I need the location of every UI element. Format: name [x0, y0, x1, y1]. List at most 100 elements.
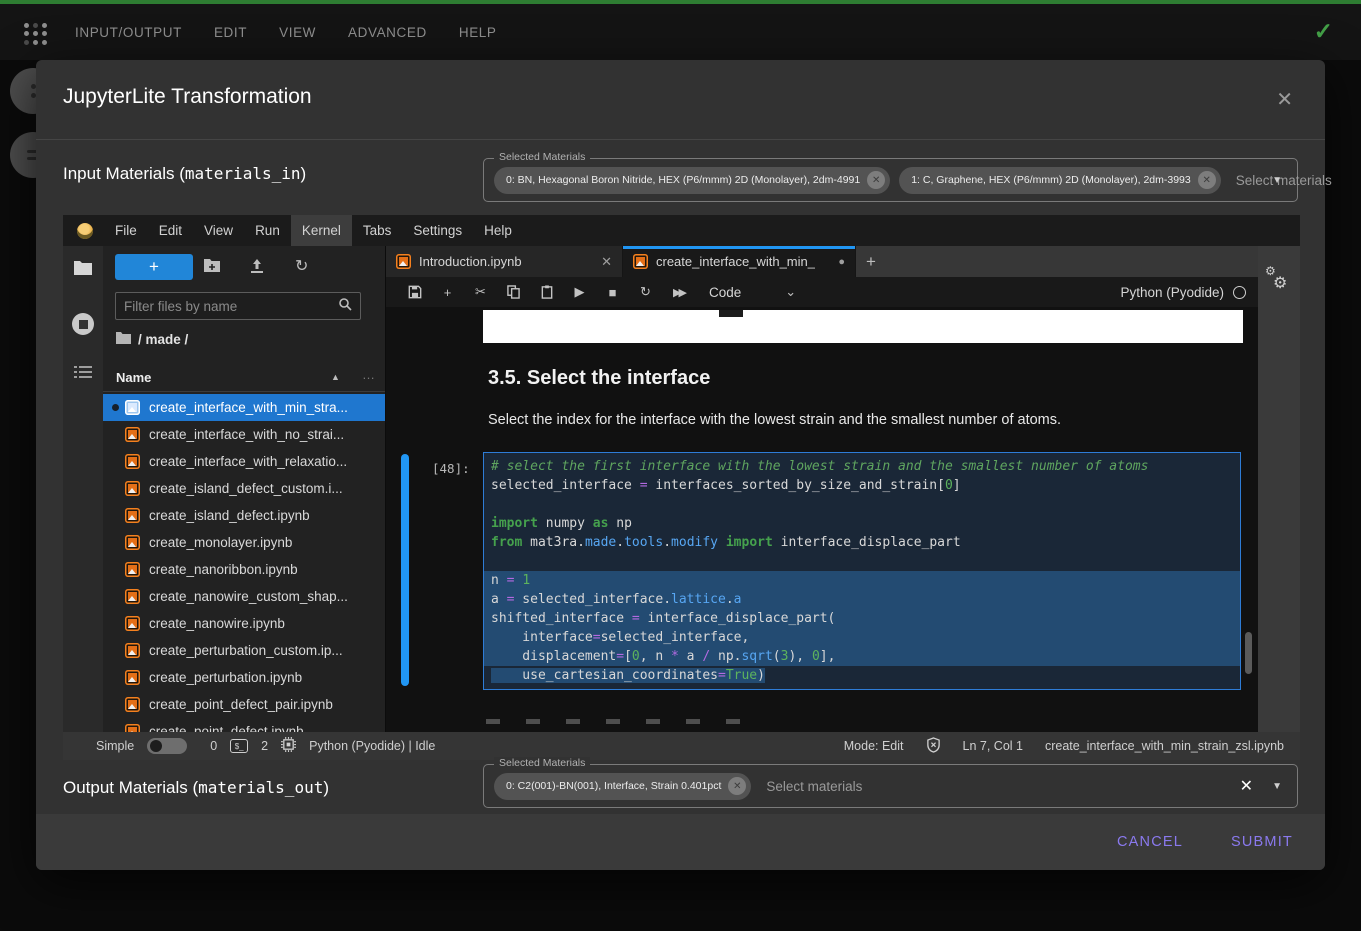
code-line[interactable]: n = 1	[484, 571, 1240, 590]
file-list-header[interactable]: Name ▲ …	[103, 366, 385, 392]
file-item[interactable]: create_perturbation_custom.ip...	[103, 637, 385, 664]
input-select-placeholder[interactable]: Select materials	[1236, 173, 1332, 188]
code-line[interactable]: # select the first interface with the lo…	[484, 457, 1240, 476]
jupyter-menu-view[interactable]: View	[193, 215, 244, 246]
app-dots-logo-icon[interactable]	[24, 23, 48, 45]
jupyter-menu-file[interactable]: File	[104, 215, 148, 246]
statusbar-filename[interactable]: create_interface_with_min_strain_zsl.ipy…	[1045, 739, 1284, 753]
file-item[interactable]: create_island_defect.ipynb	[103, 502, 385, 529]
code-line[interactable]: from mat3ra.made.tools.modify import int…	[484, 533, 1240, 552]
file-item[interactable]: create_monolayer.ipynb	[103, 529, 385, 556]
notebook-scrollbar[interactable]	[1245, 632, 1252, 674]
topbar-menu-view[interactable]: VIEW	[279, 25, 316, 40]
mode-indicator[interactable]: Mode: Edit	[844, 739, 904, 753]
jupyter-menu-run[interactable]: Run	[244, 215, 291, 246]
kernel-status-icon[interactable]	[1233, 286, 1246, 299]
copy-cells-icon[interactable]	[497, 285, 530, 299]
cpu-icon[interactable]	[281, 737, 296, 755]
code-line[interactable]	[484, 552, 1240, 571]
input-materials-select[interactable]: Selected Materials 0: BN, Hexagonal Boro…	[483, 158, 1298, 202]
chip-remove-icon[interactable]: ✕	[728, 777, 746, 795]
notebook-file-icon	[125, 508, 140, 523]
search-icon[interactable]	[338, 297, 352, 316]
topbar-menu-input-output[interactable]: INPUT/OUTPUT	[75, 25, 182, 40]
chevron-down-icon[interactable]: ⌄	[785, 284, 796, 300]
file-item[interactable]: create_point_defect.ipynb	[103, 718, 385, 732]
file-item[interactable]: create_interface_with_relaxatio...	[103, 448, 385, 475]
chip-remove-icon[interactable]: ✕	[1198, 171, 1216, 189]
cursor-position[interactable]: Ln 7, Col 1	[963, 739, 1023, 753]
close-icon[interactable]: ✕	[601, 254, 612, 270]
code-editor[interactable]: # select the first interface with the lo…	[483, 452, 1241, 690]
save-icon[interactable]	[398, 285, 431, 299]
terminal-icon[interactable]: $_	[230, 739, 248, 753]
simple-mode-toggle[interactable]	[147, 738, 187, 754]
cut-cells-icon[interactable]: ✂	[464, 284, 497, 300]
restart-kernel-icon[interactable]: ↻	[629, 284, 662, 300]
code-line[interactable]: shifted_interface = interface_displace_p…	[484, 609, 1240, 628]
trust-shield-icon[interactable]	[926, 737, 941, 756]
code-line[interactable]: interface=selected_interface,	[484, 628, 1240, 647]
code-line[interactable]: a = selected_interface.lattice.a	[484, 590, 1240, 609]
file-filter-input[interactable]	[124, 299, 338, 314]
tab-create-interface-with-min[interactable]: create_interface_with_min_ ●	[623, 246, 856, 277]
stop-kernel-icon[interactable]: ■	[596, 285, 629, 300]
code-line[interactable]	[484, 495, 1240, 514]
file-item[interactable]: create_nanowire_custom_shap...	[103, 583, 385, 610]
material-chip[interactable]: 1: C, Graphene, HEX (P6/mmm) 2D (Monolay…	[899, 167, 1221, 194]
close-icon[interactable]: ✕	[1276, 87, 1293, 112]
refresh-icon[interactable]: ↻	[295, 256, 308, 276]
code-line[interactable]: selected_interface = interfaces_sorted_b…	[484, 476, 1240, 495]
running-kernels-icon[interactable]	[72, 313, 94, 335]
jupyter-menu-settings[interactable]: Settings	[402, 215, 473, 246]
jupyter-menu-help[interactable]: Help	[473, 215, 523, 246]
tab-introduction[interactable]: Introduction.ipynb ✕	[386, 246, 623, 277]
cell-type-select[interactable]: Code	[709, 285, 741, 300]
file-item[interactable]: create_nanowire.ipynb	[103, 610, 385, 637]
paste-cells-icon[interactable]	[530, 285, 563, 299]
material-chip[interactable]: 0: C2(001)-BN(001), Interface, Strain 0.…	[494, 773, 751, 800]
topbar-menu-advanced[interactable]: ADVANCED	[348, 25, 427, 40]
breadcrumb[interactable]: / made /	[116, 332, 188, 347]
gear-icon[interactable]: ⚙	[1273, 273, 1287, 293]
kernel-status-text[interactable]: Python (Pyodide) | Idle	[309, 739, 435, 753]
code-line[interactable]: import numpy as np	[484, 514, 1240, 533]
submit-button[interactable]: SUBMIT	[1231, 834, 1293, 850]
jupyter-menu-tabs[interactable]: Tabs	[352, 215, 403, 246]
add-cell-icon[interactable]: +	[431, 285, 464, 300]
file-browser-icon[interactable]	[73, 260, 93, 281]
jupyter-menu-kernel[interactable]: Kernel	[291, 215, 352, 246]
file-item[interactable]: create_interface_with_no_strai...	[103, 421, 385, 448]
jupyter-menu-edit[interactable]: Edit	[148, 215, 193, 246]
restart-run-all-icon[interactable]: ▶▶	[662, 286, 695, 299]
run-cell-icon[interactable]: ▶	[563, 284, 596, 300]
material-chip[interactable]: 0: BN, Hexagonal Boron Nitride, HEX (P6/…	[494, 167, 890, 194]
file-item[interactable]: create_interface_with_min_stra...	[103, 394, 385, 421]
new-folder-icon[interactable]	[203, 258, 221, 278]
code-line[interactable]: displacement=[0, n * a / np.sqrt(3), 0],	[484, 647, 1240, 666]
new-launcher-button[interactable]: +	[115, 254, 193, 280]
notebook-file-icon	[125, 670, 140, 685]
cell-collapser[interactable]	[401, 454, 409, 686]
chip-remove-icon[interactable]: ✕	[867, 171, 885, 189]
file-item[interactable]: create_perturbation.ipynb	[103, 664, 385, 691]
add-tab-button[interactable]: +	[856, 246, 886, 277]
output-materials-select[interactable]: Selected Materials 0: C2(001)-BN(001), I…	[483, 764, 1298, 808]
code-line[interactable]: use_cartesian_coordinates=True)	[484, 666, 1240, 685]
output-select-placeholder[interactable]: Select materials	[766, 779, 862, 794]
cancel-button[interactable]: CANCEL	[1117, 834, 1183, 850]
chevron-down-icon[interactable]: ▼	[1272, 175, 1282, 186]
clear-all-icon[interactable]: ✕	[1240, 776, 1253, 796]
chevron-down-icon[interactable]: ▼	[1272, 781, 1282, 792]
topbar-menu-help[interactable]: HELP	[459, 25, 497, 40]
sort-asc-icon[interactable]: ▲	[331, 372, 340, 382]
upload-icon[interactable]	[249, 258, 265, 279]
ellipsis-icon[interactable]: …	[362, 367, 375, 382]
table-of-contents-icon[interactable]	[74, 365, 92, 384]
check-icon[interactable]: ✓	[1314, 18, 1333, 45]
file-item[interactable]: create_point_defect_pair.ipynb	[103, 691, 385, 718]
file-item[interactable]: create_nanoribbon.ipynb	[103, 556, 385, 583]
topbar-menu-edit[interactable]: EDIT	[214, 25, 247, 40]
output-materials-label: Output Materials (materials_out)	[63, 778, 329, 798]
file-item[interactable]: create_island_defect_custom.i...	[103, 475, 385, 502]
